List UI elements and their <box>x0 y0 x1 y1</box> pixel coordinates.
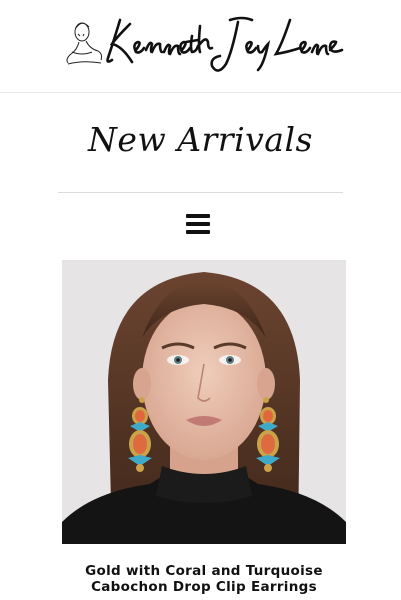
page-title: New Arrivals <box>88 120 313 159</box>
product-name[interactable]: Gold with Coral and Turquoise Cabochon D… <box>42 563 366 595</box>
site-header: Kenneth Jay Lane <box>0 0 401 93</box>
woman-sketch-icon <box>66 22 103 65</box>
product-card[interactable]: Gold with Coral and Turquoise Cabochon D… <box>62 260 346 600</box>
menu-bar-top <box>186 214 210 218</box>
signature-script <box>106 16 344 72</box>
logo-svg <box>66 16 344 72</box>
product-image[interactable] <box>62 260 346 544</box>
brand-logo[interactable]: Kenneth Jay Lane <box>58 6 348 82</box>
title-divider <box>58 192 343 193</box>
product-name-line-1: Gold with Coral and Turquoise <box>85 563 323 579</box>
product-name-line-2: Cabochon Drop Clip Earrings <box>91 579 317 595</box>
menu-bar-middle <box>186 222 210 226</box>
hamburger-menu-icon[interactable] <box>186 214 210 236</box>
model-photo <box>62 260 346 544</box>
menu-bar-bottom <box>186 230 210 234</box>
logo-text: Kenneth Jay Lane <box>58 82 59 83</box>
